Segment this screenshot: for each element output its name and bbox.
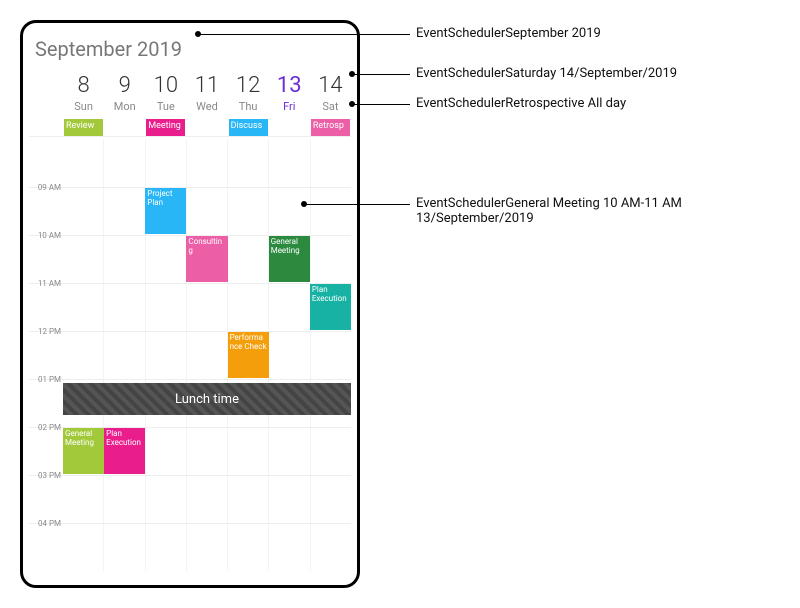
allday-cell <box>269 119 310 136</box>
allday-event[interactable]: Meeting <box>146 119 185 136</box>
event[interactable]: General Meeting <box>269 236 310 282</box>
day-name: Mon <box>104 100 145 113</box>
day-number: 10 <box>145 73 186 98</box>
allday-cell <box>104 119 145 136</box>
time-label: 04 PM <box>29 519 63 566</box>
allday-row: Review Meeting Discuss Retrosp <box>29 119 351 137</box>
day-header-row: 8 Sun9 Mon10 Tue11 Wed12 Thu13 Fri14 Sat <box>29 73 351 113</box>
annotation-label: EventSchedulerSaturday 14/September/2019 <box>416 66 677 81</box>
annotation-label: EventSchedulerGeneral Meeting 10 AM-11 A… <box>416 196 716 226</box>
leader-dot <box>349 101 355 107</box>
event[interactable]: Plan Execution <box>310 284 351 330</box>
day-header-sun[interactable]: 8 Sun <box>63 73 104 113</box>
time-label: 12 PM <box>29 327 63 374</box>
day-name: Fri <box>269 100 310 113</box>
day-header-sat[interactable]: 14 Sat <box>310 73 351 113</box>
annotation-label: EventSchedulerRetrospective All day <box>416 96 626 111</box>
allday-cell: Meeting <box>145 119 186 136</box>
time-label: 03 PM <box>29 471 63 518</box>
leader-line <box>304 204 410 205</box>
leader-dot <box>195 31 201 37</box>
leader-dot <box>301 201 307 207</box>
allday-cell: Retrosp <box>310 119 351 136</box>
day-number: 14 <box>310 73 351 98</box>
allday-cell: Review <box>63 119 104 136</box>
time-label: 02 PM <box>29 423 63 470</box>
day-number: 9 <box>104 73 145 98</box>
day-name: Sun <box>63 100 104 113</box>
day-header-fri[interactable]: 13 Fri <box>269 73 310 113</box>
leader-line <box>352 104 410 105</box>
event[interactable]: General Meeting <box>63 428 104 474</box>
day-name: Sat <box>310 100 351 113</box>
day-number: 8 <box>63 73 104 98</box>
calendar-week-view: September 2019 8 Sun9 Mon10 Tue11 Wed12 Thu13… <box>20 20 360 588</box>
event[interactable]: Project Plan <box>145 188 186 234</box>
event[interactable]: Consulting <box>186 236 227 282</box>
leader-line <box>198 34 410 35</box>
time-label: 11 AM <box>29 279 63 326</box>
day-header-tue[interactable]: 10 Tue <box>145 73 186 113</box>
time-label: 01 PM <box>29 375 63 422</box>
day-header-thu[interactable]: 12 Thu <box>228 73 269 113</box>
allday-event[interactable]: Retrosp <box>311 119 350 136</box>
time-label: 10 AM <box>29 231 63 278</box>
annotation-label: EventSchedulerSeptember 2019 <box>416 26 601 41</box>
day-header-wed[interactable]: 11 Wed <box>186 73 227 113</box>
day-name: Thu <box>228 100 269 113</box>
day-header-mon[interactable]: 9 Mon <box>104 73 145 113</box>
allday-event[interactable]: Review <box>64 119 103 136</box>
day-number: 12 <box>228 73 269 98</box>
time-label <box>29 134 63 182</box>
leader-line <box>352 74 410 75</box>
event[interactable]: Plan Execution <box>104 428 145 474</box>
leader-dot <box>349 71 355 77</box>
day-number: 13 <box>269 73 310 98</box>
allday-cell: Discuss <box>228 119 269 136</box>
day-number: 11 <box>186 73 227 98</box>
allday-cell <box>186 119 227 136</box>
event[interactable]: Performance Check <box>228 332 269 378</box>
time-label: 09 AM <box>29 183 63 230</box>
span-band-lunch: Lunch time <box>63 383 351 415</box>
day-name: Tue <box>145 100 186 113</box>
allday-event[interactable]: Discuss <box>229 119 268 136</box>
day-name: Wed <box>186 100 227 113</box>
month-title: September 2019 <box>29 37 351 73</box>
